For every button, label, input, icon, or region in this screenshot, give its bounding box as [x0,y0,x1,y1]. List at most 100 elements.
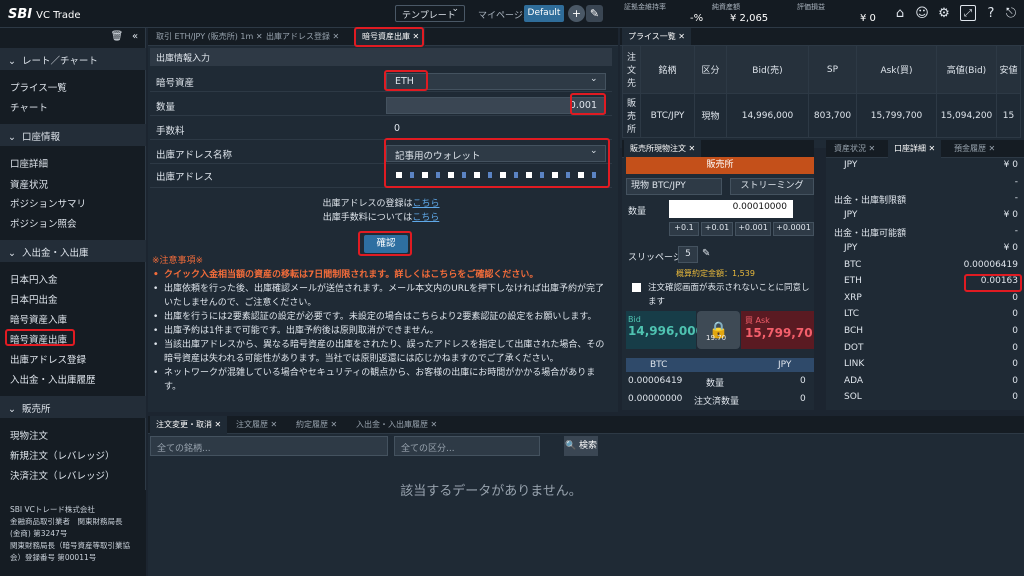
fee-row: 手数料 0 [150,118,612,140]
asset-row: 暗号資産 ETH ⌄ [150,70,612,92]
sidebar-item-spot-order[interactable]: 現物注文 [10,428,48,442]
help-icon[interactable]: ? [982,5,1000,23]
logout-icon[interactable]: ⎋ [1002,5,1020,23]
empty-message: 該当するデータがありません。 [400,484,582,499]
bal-btc-ordered: 0.00000000 [628,394,683,404]
sidebar-item-price-list[interactable]: プライス一覧 [10,80,67,94]
sidebar-item-leverage-new[interactable]: 新規注文（レバレッジ） [10,448,115,462]
account-row: 出金・出庫制限額 - [834,193,1018,207]
sidebar-item-address-register[interactable]: 出庫アドレス登録 [10,352,86,366]
account-row: BCH 0 [844,326,1018,336]
fee-link[interactable]: こちら [412,213,439,223]
sidebar-item-leverage-close[interactable]: 決済注文（レバレッジ） [10,468,115,482]
home-icon[interactable]: ⌂ [891,5,909,23]
note-item: 出庫予約は1件まで可能です。出庫予約後は原則取消ができません。 [150,324,612,338]
tab-io-history[interactable]: 入出金・入出庫履歴 ✕ [350,416,443,434]
trash-icon[interactable]: 🗑 [108,28,126,46]
category-filter[interactable]: 全ての区分... [394,436,540,456]
bal-qty-label: 数量 [706,379,725,389]
default-layout-button[interactable]: Default [524,5,564,22]
step-button[interactable]: +0.1 [669,222,699,236]
tab-order-change[interactable]: 注文変更・取消 ✕ [150,416,228,434]
col-header: 高値(Bid) [936,45,997,94]
buy-ask-button[interactable]: 買 Ask 15,799,70 [741,311,814,349]
address-label: 出庫アドレス [156,172,214,183]
mode-select[interactable]: ストリーミング [730,178,814,195]
sidebar-item-crypto-deposit[interactable]: 暗号資産入庫 [10,312,67,326]
tab-asset-status[interactable]: 資産状況 ✕ [828,140,881,158]
tab-chart[interactable]: 取引 ETH/JPY (販売所) 1m ✕ [150,28,269,46]
sidebar-section-shop[interactable]: 販売所 [0,396,146,418]
sidebar-item-jpy-deposit[interactable]: 日本円入金 [10,272,58,286]
order-qty-input[interactable]: 0.00010000 [669,200,793,218]
collapse-icon[interactable]: « [126,28,144,46]
account-row: SOL 0 [844,392,1018,403]
bal-jpy-qty: 0 [800,376,806,386]
price-table: 注文先 銘柄 区分 Bid(売) SP Ask(買) 高値(Bid) 安値 販売… [622,45,1021,138]
sidebar-section-rate[interactable]: レート／チャート [0,48,146,70]
tab-execution-history[interactable]: 約定履歴 ✕ [290,416,343,434]
mypage-label: マイページ: [478,11,526,21]
user-icon[interactable]: ☺ [913,5,931,23]
top-bar: SBIVC Trade テンプレート マイページ: Default + ✎ 証拠… [0,0,1024,28]
tab-deposit-history[interactable]: 預金履歴 ✕ [948,140,1001,158]
note-item: 出庫を行うには2要素認証の設定が必要です。未設定の場合はこちらより2要素認証の設… [150,310,612,324]
tab-order-history[interactable]: 注文履歴 ✕ [230,416,283,434]
order-tabs: 販売所現物注文 ✕ [622,140,814,158]
highlight-confirm [358,231,412,256]
account-row: LTC 0 [844,309,1018,320]
tab-price-list[interactable]: プライス一覧 ✕ [622,28,692,46]
tab-spot-order[interactable]: 販売所現物注文 ✕ [624,140,702,158]
sidebar-item-position-inquiry[interactable]: ポジション照会 [10,216,77,230]
slippage-label: スリッページ [628,253,682,263]
add-icon[interactable]: + [568,5,585,22]
spread-value: 19.70 [706,334,727,342]
account-row: JPY ¥ 0 [844,209,1018,220]
register-link[interactable]: こちら [413,199,440,209]
symbol-filter[interactable]: 全ての銘柄... [150,436,388,456]
edit-icon[interactable]: ✎ [702,248,710,259]
gear-icon[interactable]: ⚙ [935,5,953,23]
step-button[interactable]: +0.0001 [773,222,814,236]
table-row[interactable]: 販売所 BTC/JPY 現物 14,996,000 803,700 15,799… [622,93,1021,138]
sidebar-item-account-detail[interactable]: 口座詳細 [10,156,48,170]
note-item: クイック入金相当額の資産の移転は7日間制限されます。詳しくはこちらをご確認くださ… [150,268,612,282]
sidebar-item-jpy-withdraw[interactable]: 日本円出金 [10,292,58,306]
highlight-tab [354,27,424,47]
highlight-eth-balance [964,274,1022,292]
search-button[interactable]: 🔍 検索 [564,436,598,456]
chevron-down-icon: ⌄ [590,74,598,84]
bottom-tabs: 注文変更・取消 ✕ 注文履歴 ✕ 約定履歴 ✕ 入出金・入出庫履歴 ✕ [148,416,1024,434]
account-row: JPY ¥ 0 [844,160,1018,170]
company-footer: SBI VCトレード株式会社 金融商品取引業者 関東財務局長 (金商) 第324… [10,505,130,562]
pair-select[interactable]: 現物 BTC/JPY [626,178,722,195]
tab-account-detail[interactable]: 口座詳細 ✕ [888,140,942,158]
fee-value: 0 [394,123,401,134]
sidebar-item-chart[interactable]: チャート [10,100,48,114]
lock-icon[interactable]: 🔒 [697,311,740,349]
bal-header-jpy: JPY [778,360,792,370]
step-button[interactable]: +0.01 [701,222,733,236]
fullscreen-icon[interactable]: ⤢ [960,5,976,21]
agree-checkbox[interactable] [632,283,641,292]
account-row: XRP 0 [844,292,1018,303]
slippage-input[interactable]: 5 [678,246,698,263]
step-button[interactable]: +0.001 [735,222,771,236]
template-select[interactable]: テンプレート [395,4,465,22]
sidebar-item-position-summary[interactable]: ポジションサマリ [10,196,86,210]
net-assets-value: ¥ 2,065 [730,13,769,24]
sidebar-section-account[interactable]: 口座情報 [0,124,146,146]
sell-bid-button[interactable]: Bid 14,996,000 [626,311,704,349]
edit-icon[interactable]: ✎ [586,5,603,22]
sidebar-item-history[interactable]: 入出金・入出庫履歴 [10,372,96,386]
sidebar-section-deposit[interactable]: 入出金・入出庫 [0,240,146,262]
col-header: 注文先 [622,45,641,94]
price-tabs: プライス一覧 ✕ [620,28,1024,46]
form-header: 出庫情報入力 [150,48,612,66]
account-tabs: 資産状況 ✕ 口座詳細 ✕ 預金履歴 ✕ [826,140,1024,158]
bal-jpy-ordered: 0 [800,394,806,404]
sidebar-item-asset-status[interactable]: 資産状況 [10,177,48,191]
fee-note: 出庫手数料についてはこちら [322,213,440,223]
tab-address-register[interactable]: 出庫アドレス登録 ✕ [260,28,345,46]
agree-label: 注文確認画面が表示されないことに同意します [648,283,810,307]
